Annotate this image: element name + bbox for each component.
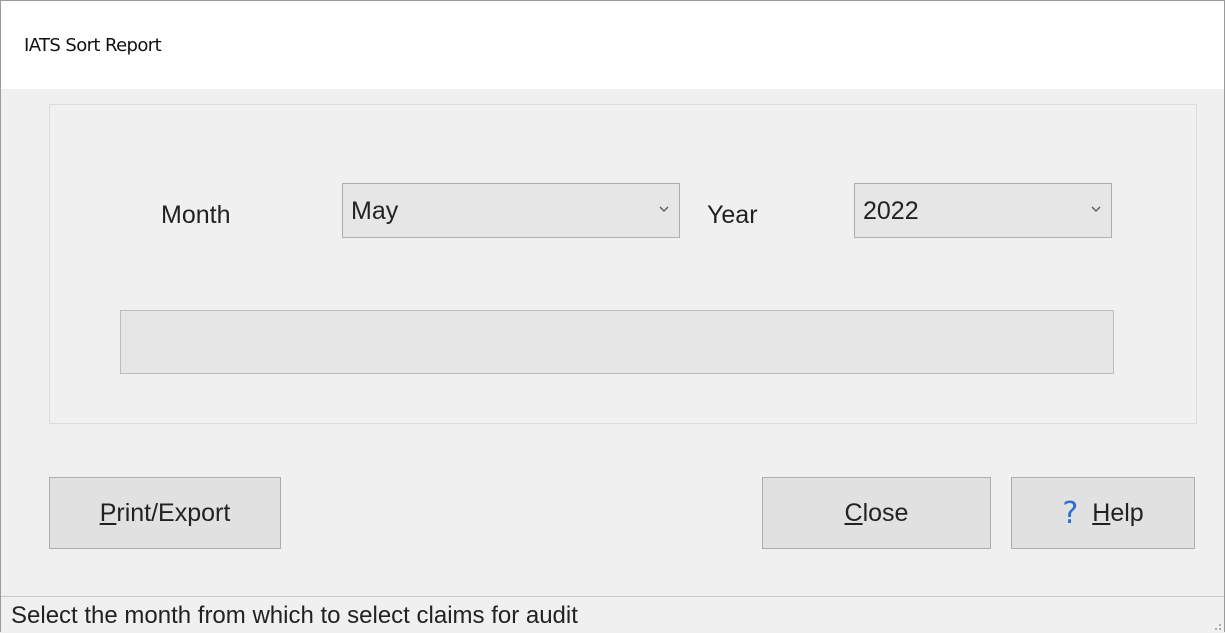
close-label: Close xyxy=(844,498,909,527)
year-label: Year xyxy=(707,201,758,229)
window-title: IATS Sort Report xyxy=(24,35,162,56)
print-export-button[interactable]: Print/Export xyxy=(49,477,281,549)
close-button[interactable]: Close xyxy=(762,477,991,549)
month-label: Month xyxy=(161,201,231,229)
question-mark-icon: ? xyxy=(1062,495,1079,531)
chevron-down-icon xyxy=(1091,206,1101,212)
criteria-group xyxy=(49,104,1197,424)
year-value: 2022 xyxy=(863,197,919,225)
print-export-label: Print/Export xyxy=(99,498,231,527)
status-bar: Select the month from which to select cl… xyxy=(1,596,1224,633)
chevron-down-icon xyxy=(659,206,669,212)
report-window: IATS Sort Report Month May Year 2022 Pri… xyxy=(0,0,1225,633)
progress-bar xyxy=(120,310,1114,374)
help-label: Help xyxy=(1092,498,1144,527)
help-button[interactable]: ? Help xyxy=(1011,477,1195,549)
resize-grip-icon[interactable] xyxy=(1212,621,1222,631)
status-text: Select the month from which to select cl… xyxy=(11,602,578,629)
month-select[interactable]: May xyxy=(342,183,680,238)
month-value: May xyxy=(351,197,399,225)
year-select[interactable]: 2022 xyxy=(854,183,1112,238)
title-bar: IATS Sort Report xyxy=(1,1,1224,89)
